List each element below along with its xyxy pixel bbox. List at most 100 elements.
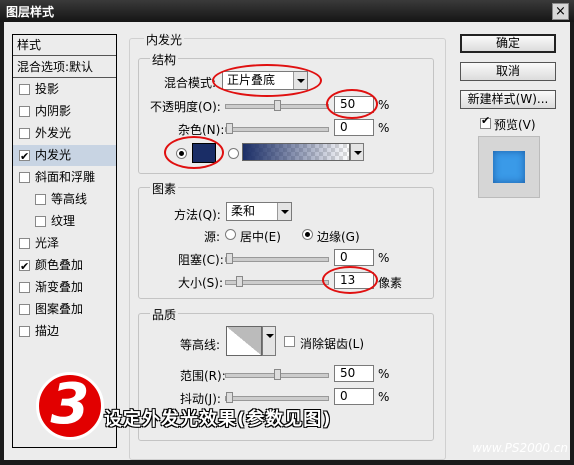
panel-title: 内发光 xyxy=(144,31,185,48)
highlight-color xyxy=(164,136,224,169)
title-bar: 图层样式 × xyxy=(0,0,574,22)
satin-checkbox[interactable] xyxy=(19,238,30,249)
preview-box xyxy=(478,136,540,198)
ok-button[interactable]: 确定 xyxy=(460,34,556,53)
style-item-label: 外发光 xyxy=(35,126,72,140)
style-item-pattern-overlay[interactable]: 图案叠加 xyxy=(13,299,116,320)
quality-title: 品质 xyxy=(150,306,179,323)
style-item-texture[interactable]: 纹理 xyxy=(13,211,116,232)
new-style-button[interactable]: 新建样式(W)... xyxy=(460,90,556,109)
contour-picker[interactable] xyxy=(262,326,276,356)
style-item-color-overlay[interactable]: 颜色叠加 xyxy=(13,255,116,277)
choke-input[interactable]: 0 xyxy=(334,249,374,266)
inner-glow-checkbox[interactable] xyxy=(19,146,30,167)
style-item-label: 光泽 xyxy=(35,236,60,250)
preview-swatch xyxy=(493,151,525,183)
source-edge-label: 边缘(G) xyxy=(317,230,360,244)
size-slider-handle[interactable] xyxy=(236,276,243,287)
close-icon[interactable]: × xyxy=(552,3,569,20)
elements-title: 图素 xyxy=(150,180,179,197)
style-item-inner-shadow[interactable]: 内阴影 xyxy=(13,101,116,122)
range-label: 范围(R): xyxy=(180,369,226,383)
size-slider[interactable] xyxy=(225,276,329,287)
contour-preview[interactable] xyxy=(226,326,262,356)
style-item-contour[interactable]: 等高线 xyxy=(13,189,116,210)
style-item-outer-glow[interactable]: 外发光 xyxy=(13,123,116,144)
blend-options-default[interactable]: 混合选项:默认 xyxy=(13,57,116,78)
style-item-inner-glow[interactable]: 内发光 xyxy=(13,145,116,167)
style-item-label: 投影 xyxy=(35,82,60,96)
method-label: 方法(Q): xyxy=(174,208,221,222)
choke-unit: % xyxy=(378,251,390,265)
style-item-label: 图案叠加 xyxy=(35,302,84,316)
style-item-drop-shadow[interactable]: 投影 xyxy=(13,79,116,100)
highlight-opacity xyxy=(326,89,378,119)
blend-mode-label: 混合模式: xyxy=(164,76,217,90)
method-value: 柔和 xyxy=(231,204,256,218)
style-item-label: 内发光 xyxy=(35,148,72,162)
source-edge-radio[interactable] xyxy=(302,229,313,240)
size-label: 大小(S): xyxy=(178,276,224,290)
jitter-input[interactable]: 0 xyxy=(334,388,374,405)
style-item-satin[interactable]: 光泽 xyxy=(13,233,116,254)
step-caption: 设定外发光效果(参数见图) xyxy=(104,409,332,430)
chevron-down-icon[interactable] xyxy=(351,144,363,160)
choke-slider-handle[interactable] xyxy=(226,253,233,264)
structure-title: 结构 xyxy=(150,51,179,68)
cancel-button[interactable]: 取消 xyxy=(460,62,556,81)
layer-style-dialog: 图层样式 × 样式 混合选项:默认 投影 内阴影 外发光 内发光 xyxy=(0,0,574,465)
pattern-overlay-checkbox[interactable] xyxy=(19,304,30,315)
style-item-label: 描边 xyxy=(35,324,60,338)
style-item-stroke[interactable]: 描边 xyxy=(13,321,116,342)
inner-shadow-checkbox[interactable] xyxy=(19,106,30,117)
gradient-preview[interactable] xyxy=(242,143,350,161)
style-item-label: 斜面和浮雕 xyxy=(35,170,96,184)
style-item-label: 内阴影 xyxy=(35,104,72,118)
source-center-radio[interactable] xyxy=(225,229,236,240)
window-title: 图层样式 xyxy=(6,5,55,19)
watermark: www.PS2000.cn xyxy=(472,441,568,455)
opacity-slider[interactable] xyxy=(225,100,329,111)
noise-input[interactable]: 0 xyxy=(334,119,374,136)
choke-label: 阻塞(C): xyxy=(178,253,224,267)
range-input[interactable]: 50 xyxy=(334,365,374,382)
choke-slider[interactable] xyxy=(225,253,329,264)
range-unit: % xyxy=(378,367,390,381)
preview-checkbox[interactable] xyxy=(480,114,491,129)
bevel-emboss-checkbox[interactable] xyxy=(19,172,30,183)
range-slider[interactable] xyxy=(225,369,329,380)
gradient-overlay-checkbox[interactable] xyxy=(19,282,30,293)
style-item-label: 渐变叠加 xyxy=(35,280,84,294)
outer-glow-checkbox[interactable] xyxy=(19,128,30,139)
gradient-radio[interactable] xyxy=(228,148,239,159)
contour-label: 等高线: xyxy=(180,338,221,352)
stroke-checkbox[interactable] xyxy=(19,326,30,337)
opacity-unit: % xyxy=(378,98,390,112)
antialias-checkbox[interactable] xyxy=(284,336,295,347)
gradient-picker[interactable] xyxy=(350,143,364,161)
size-unit: 像素 xyxy=(378,276,403,290)
texture-checkbox[interactable] xyxy=(35,216,46,227)
drop-shadow-checkbox[interactable] xyxy=(19,84,30,95)
opacity-label: 不透明度(O): xyxy=(150,100,221,114)
chevron-down-icon[interactable] xyxy=(263,327,275,355)
range-slider-handle[interactable] xyxy=(274,369,281,380)
style-item-bevel-emboss[interactable]: 斜面和浮雕 xyxy=(13,167,116,188)
opacity-slider-handle[interactable] xyxy=(274,100,281,111)
contour-checkbox[interactable] xyxy=(35,194,46,205)
source-label: 源: xyxy=(204,230,221,244)
chevron-down-icon[interactable] xyxy=(277,203,291,220)
style-list-header[interactable]: 样式 xyxy=(13,35,116,56)
noise-slider[interactable] xyxy=(225,123,329,134)
highlight-blend-mode xyxy=(212,64,322,97)
highlight-size xyxy=(322,266,378,294)
style-item-gradient-overlay[interactable]: 渐变叠加 xyxy=(13,277,116,298)
noise-slider-handle[interactable] xyxy=(226,123,233,134)
color-overlay-checkbox[interactable] xyxy=(19,256,30,277)
jitter-unit: % xyxy=(378,390,390,404)
jitter-slider[interactable] xyxy=(225,392,329,403)
style-item-label: 纹理 xyxy=(51,214,76,228)
jitter-slider-handle[interactable] xyxy=(226,392,233,403)
style-item-label: 颜色叠加 xyxy=(35,258,84,272)
method-select[interactable]: 柔和 xyxy=(226,202,292,221)
